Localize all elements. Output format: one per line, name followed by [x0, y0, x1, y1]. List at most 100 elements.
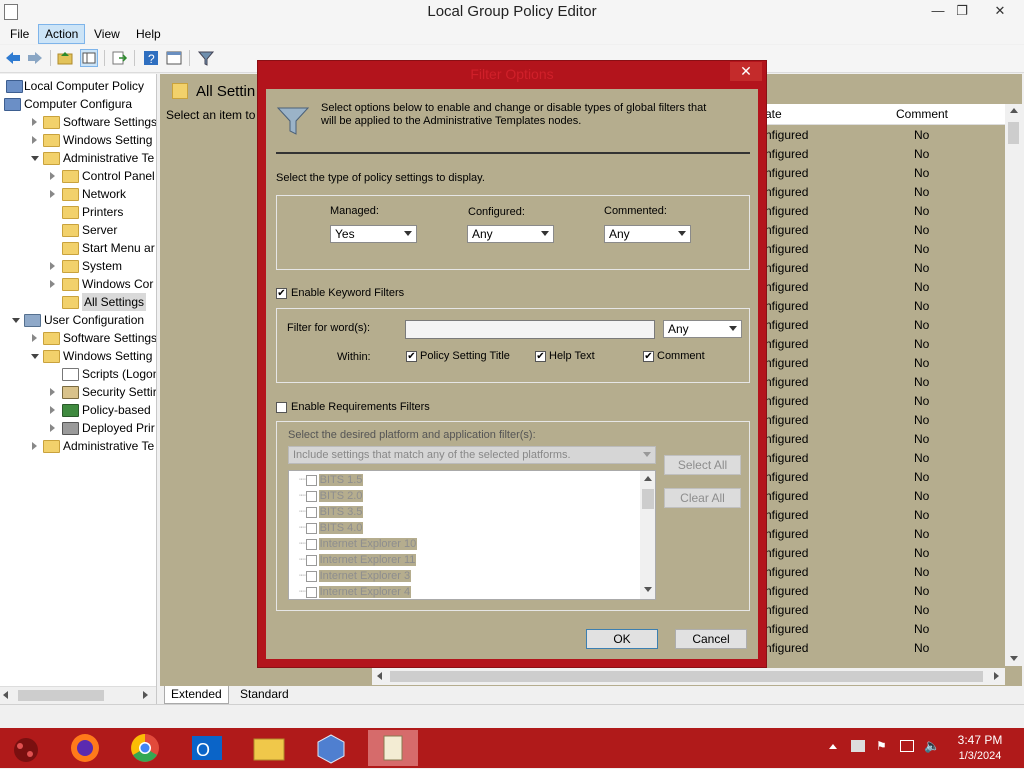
tree-item[interactable]: Local Computer Policy	[0, 77, 156, 95]
properties-icon[interactable]	[165, 49, 183, 67]
tree-item[interactable]: Scripts (Logon	[0, 365, 156, 383]
filter-icon[interactable]	[197, 49, 215, 67]
tree-item[interactable]: Security Settir	[0, 383, 156, 401]
table-row[interactable]: nfigured No	[765, 145, 1005, 164]
select-all-button[interactable]: Select All	[664, 455, 741, 475]
tree-item[interactable]: Administrative Te	[0, 437, 156, 455]
table-row[interactable]: nfigured No	[765, 430, 1005, 449]
platform-item[interactable]: ┈ BITS 2.0	[299, 488, 364, 504]
tree-item[interactable]: All Settings	[0, 293, 156, 311]
table-row[interactable]: nfigured No	[765, 525, 1005, 544]
table-row[interactable]: nfigured No	[765, 259, 1005, 278]
tree-item[interactable]: Server	[0, 221, 156, 239]
table-row[interactable]: nfigured No	[765, 373, 1005, 392]
platform-item[interactable]: ┈ Internet Explorer 3	[299, 568, 412, 584]
platform-checkbox[interactable]	[305, 570, 317, 582]
platform-item[interactable]: ┈ Internet Explorer 11	[299, 552, 417, 568]
platform-checkbox[interactable]	[305, 586, 317, 598]
scroll-left-icon[interactable]	[377, 672, 382, 680]
column-state-header[interactable]: ate	[765, 107, 782, 121]
expanded-arrow-icon[interactable]	[12, 318, 20, 323]
tree-item[interactable]: Control Panel	[0, 167, 156, 185]
table-row[interactable]: nfigured No	[765, 278, 1005, 297]
platform-checkbox[interactable]	[305, 554, 317, 566]
scroll-up-icon[interactable]	[644, 476, 652, 481]
tree-horizontal-scrollbar[interactable]	[0, 686, 156, 704]
platform-item[interactable]: ┈ Internet Explorer 4	[299, 584, 412, 599]
collapsed-arrow-icon[interactable]	[50, 190, 55, 198]
tree-item[interactable]: Software Settings	[0, 329, 156, 347]
table-row[interactable]: nfigured No	[765, 620, 1005, 639]
collapsed-arrow-icon[interactable]	[32, 118, 37, 126]
filter-match-select[interactable]: Any	[663, 320, 742, 338]
firefox-icon[interactable]	[60, 730, 110, 766]
managed-select[interactable]: Yes	[330, 225, 417, 243]
start-icon[interactable]	[4, 730, 54, 766]
list-hscroll-thumb[interactable]	[390, 671, 983, 682]
clear-all-button[interactable]: Clear All	[664, 488, 741, 508]
within-help-checkbox[interactable]: ✔	[535, 351, 546, 362]
table-row[interactable]: nfigured No	[765, 411, 1005, 430]
platform-checkbox[interactable]	[305, 538, 317, 550]
platform-checkbox[interactable]	[305, 490, 317, 502]
table-row[interactable]: nfigured No	[765, 544, 1005, 563]
platform-mode-select[interactable]: Include settings that match any of the s…	[288, 446, 656, 464]
table-row[interactable]: nfigured No	[765, 221, 1005, 240]
show-hide-tree-icon[interactable]	[80, 49, 98, 67]
tray-overflow-icon[interactable]	[829, 744, 837, 749]
table-row[interactable]: nfigured No	[765, 335, 1005, 354]
tree-item[interactable]: Windows Setting	[0, 347, 156, 365]
forward-arrow-icon[interactable]	[26, 49, 44, 67]
platform-checkbox[interactable]	[305, 506, 317, 518]
table-row[interactable]: nfigured No	[765, 449, 1005, 468]
filter-words-input[interactable]	[405, 320, 655, 339]
up-folder-icon[interactable]	[56, 49, 74, 67]
table-row[interactable]: nfigured No	[765, 506, 1005, 525]
platform-item[interactable]: ┈ BITS 3.5	[299, 504, 364, 520]
table-row[interactable]: nfigured No	[765, 316, 1005, 335]
volume-muted-icon[interactable]: 🔈	[924, 738, 940, 754]
platform-item[interactable]: ┈ Internet Explorer 10	[299, 536, 418, 552]
expanded-arrow-icon[interactable]	[31, 156, 39, 161]
scroll-right-icon[interactable]	[143, 691, 148, 699]
table-row[interactable]: nfigured No	[765, 202, 1005, 221]
expanded-arrow-icon[interactable]	[31, 354, 39, 359]
column-comment-header[interactable]: Comment	[896, 107, 948, 121]
table-row[interactable]: nfigured No	[765, 297, 1005, 316]
platform-scroll-thumb[interactable]	[642, 489, 654, 509]
platform-checkbox[interactable]	[305, 522, 317, 534]
collapsed-arrow-icon[interactable]	[50, 262, 55, 270]
table-row[interactable]: nfigured No	[765, 164, 1005, 183]
list-vertical-scrollbar[interactable]	[1005, 104, 1022, 666]
scroll-up-icon[interactable]	[1010, 108, 1018, 113]
requirements-filter-checkbox[interactable]	[276, 402, 287, 413]
collapsed-arrow-icon[interactable]	[32, 334, 37, 342]
table-row[interactable]: nfigured No	[765, 563, 1005, 582]
keyword-filter-checkbox[interactable]: ✔	[276, 288, 287, 299]
tree-item[interactable]: Software Settings	[0, 113, 156, 131]
collapsed-arrow-icon[interactable]	[50, 280, 55, 288]
file-explorer-icon[interactable]	[244, 730, 294, 766]
tree-item[interactable]: User Configuration	[0, 311, 156, 329]
table-row[interactable]: nfigured No	[765, 601, 1005, 620]
tree-item[interactable]: Policy-based	[0, 401, 156, 419]
ok-button[interactable]: OK	[586, 629, 658, 649]
collapsed-arrow-icon[interactable]	[50, 388, 55, 396]
within-title-checkbox[interactable]: ✔	[406, 351, 417, 362]
tree-item[interactable]: Windows Cor	[0, 275, 156, 293]
tree-item[interactable]: Computer Configura	[0, 95, 156, 113]
dialog-close-button[interactable]: ✕	[730, 62, 762, 81]
display-tray-icon[interactable]	[900, 740, 914, 752]
menu-action[interactable]: Action	[38, 24, 86, 44]
restore-button[interactable]: ❐	[948, 2, 976, 20]
tree-item[interactable]: Deployed Prir	[0, 419, 156, 437]
network-tray-icon[interactable]	[851, 740, 865, 752]
scroll-right-icon[interactable]	[994, 672, 999, 680]
tree-item[interactable]: Network	[0, 185, 156, 203]
tab-extended[interactable]: Extended	[164, 686, 229, 704]
tree-item[interactable]: Start Menu ar	[0, 239, 156, 257]
back-arrow-icon[interactable]	[4, 49, 22, 67]
outlook-icon[interactable]: O	[182, 730, 232, 766]
3d-app-icon[interactable]	[306, 730, 356, 766]
menu-help[interactable]: Help	[130, 25, 167, 43]
